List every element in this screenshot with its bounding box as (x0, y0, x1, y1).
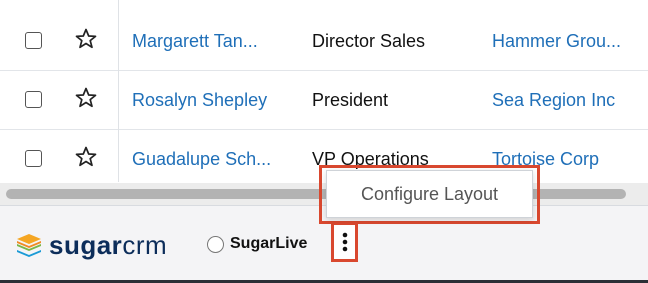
favorite-star-icon[interactable] (74, 27, 98, 51)
kebab-vertical-icon (342, 232, 347, 252)
account-name-link[interactable]: Sea Region Inc (492, 90, 615, 111)
sugarcrm-logo[interactable]: sugarcrm (14, 231, 167, 259)
row-checkbox[interactable] (25, 150, 42, 167)
contact-title: Director Sales (312, 31, 426, 51)
contact-name-link[interactable]: Guadalupe Sch... (132, 149, 271, 170)
logo-crm-text: crm (122, 230, 168, 260)
contact-name-link[interactable]: Margarett Tan... (132, 31, 258, 52)
row-checkbox[interactable] (25, 91, 42, 108)
logo-sugar-text: sugar (49, 230, 123, 260)
sugarlive-label: SugarLive (230, 235, 308, 252)
more-options-button[interactable] (331, 222, 358, 262)
account-name-link[interactable]: Hammer Grou... (492, 31, 621, 52)
contact-title: President (312, 90, 389, 110)
favorite-star-icon[interactable] (74, 145, 98, 169)
column-divider (118, 0, 119, 182)
sugarlive-radio[interactable] (207, 235, 224, 253)
table-row: Margarett Tan... Director Sales Hammer G… (0, 12, 648, 71)
row-checkbox[interactable] (25, 32, 42, 49)
favorite-star-icon[interactable] (74, 86, 98, 110)
configure-layout-item[interactable]: Configure Layout (361, 184, 498, 205)
sugarcrm-cube-icon (17, 234, 41, 257)
table-row: Rosalyn Shepley President Sea Region Inc (0, 71, 648, 130)
configure-layout-menu: Configure Layout (326, 170, 533, 218)
sugarlive-toggle[interactable]: SugarLive (207, 235, 307, 253)
contact-name-link[interactable]: Rosalyn Shepley (132, 90, 267, 111)
